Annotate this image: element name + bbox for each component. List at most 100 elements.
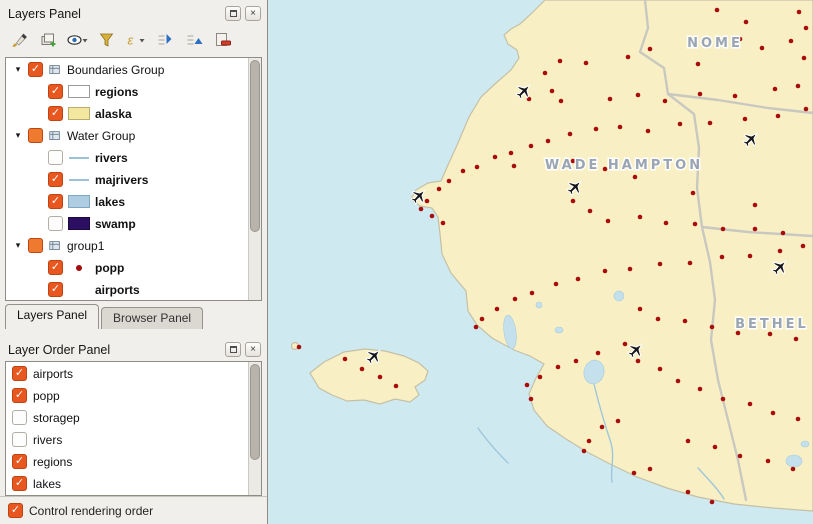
- population-point: [733, 94, 738, 99]
- layer-group-row[interactable]: ▾ group1: [6, 235, 248, 257]
- layer-row[interactable]: swamp: [6, 213, 248, 235]
- population-point: [789, 39, 794, 44]
- population-point: [676, 379, 681, 384]
- layer-checkbox[interactable]: [48, 150, 63, 165]
- order-checkbox[interactable]: ✓: [12, 454, 27, 469]
- layer-checkbox[interactable]: ✓: [48, 282, 63, 297]
- remove-layer-group-button[interactable]: [209, 28, 236, 53]
- group-checkbox[interactable]: [28, 128, 43, 143]
- layer-checkbox[interactable]: ✓: [48, 84, 63, 99]
- group-label: Water Group: [67, 129, 135, 143]
- population-point: [721, 227, 726, 232]
- order-checkbox[interactable]: ✓: [12, 388, 27, 403]
- layer-checkbox[interactable]: ✓: [48, 194, 63, 209]
- manage-map-themes-button[interactable]: [64, 28, 91, 53]
- layer-checkbox[interactable]: ✓: [48, 172, 63, 187]
- population-point: [461, 169, 466, 174]
- float-icon: [230, 10, 237, 17]
- layer-checkbox[interactable]: ✓: [48, 106, 63, 121]
- layer-swatch: [68, 107, 90, 120]
- filter-by-expression-button[interactable]: ε: [122, 28, 149, 53]
- order-checkbox[interactable]: ✓: [12, 366, 27, 381]
- order-checkbox[interactable]: [12, 432, 27, 447]
- layer-row[interactable]: ✓alaska: [6, 103, 248, 125]
- tab-layers-panel[interactable]: Layers Panel: [5, 304, 99, 329]
- population-point: [646, 129, 651, 134]
- layer-group-row[interactable]: ▾✓Boundaries Group: [6, 59, 248, 81]
- dock-tabs: Layers Panel Browser Panel: [0, 301, 267, 329]
- layers-panel-title: Layers Panel: [8, 7, 221, 21]
- layer-swatch: [68, 261, 90, 274]
- group-checkbox[interactable]: [28, 238, 43, 253]
- layers-panel-float-button[interactable]: [225, 6, 241, 21]
- population-point: [512, 164, 517, 169]
- population-point: [568, 132, 573, 137]
- layer-checkbox[interactable]: ✓: [48, 260, 63, 275]
- scrollbar-thumb[interactable]: [250, 364, 260, 460]
- layer-row[interactable]: ✓airports: [6, 279, 248, 301]
- filter-legend-button[interactable]: [93, 28, 120, 53]
- open-layer-styling-panel-button[interactable]: [6, 28, 33, 53]
- expander-icon[interactable]: ▾: [13, 240, 23, 251]
- layer-order-panel-close-button[interactable]: ×: [245, 342, 261, 357]
- population-point: [343, 357, 348, 362]
- population-point: [554, 282, 559, 287]
- order-checkbox[interactable]: [12, 410, 27, 425]
- population-point: [648, 467, 653, 472]
- map-svg[interactable]: NOMEWADE HAMPTONBETHEL: [268, 0, 813, 524]
- order-row[interactable]: storagep: [6, 407, 248, 429]
- layer-group-row[interactable]: ▾ Water Group: [6, 125, 248, 147]
- control-rendering-order-checkbox[interactable]: ✓: [8, 503, 23, 518]
- order-checkbox[interactable]: ✓: [12, 476, 27, 491]
- population-point: [696, 62, 701, 67]
- order-row[interactable]: ✓lakes: [6, 473, 248, 495]
- population-point: [550, 89, 555, 94]
- layer-row[interactable]: ✓lakes: [6, 191, 248, 213]
- population-point: [587, 439, 592, 444]
- filter-by-expression-icon: ε: [124, 31, 147, 49]
- float-icon: [230, 346, 237, 353]
- population-point: [776, 114, 781, 119]
- collapse-all-button[interactable]: [180, 28, 207, 53]
- order-row[interactable]: ✓airports: [6, 363, 248, 385]
- group-icon: [48, 239, 62, 253]
- population-point: [394, 384, 399, 389]
- layer-row[interactable]: rivers: [6, 147, 248, 169]
- population-point: [525, 383, 530, 388]
- order-row[interactable]: rivers: [6, 429, 248, 451]
- layer-tree-scrollbar[interactable]: [248, 58, 261, 300]
- add-group-button[interactable]: [35, 28, 62, 53]
- group-checkbox[interactable]: ✓: [28, 62, 43, 77]
- layer-row[interactable]: ✓regions: [6, 81, 248, 103]
- expand-all-button[interactable]: [151, 28, 178, 53]
- scrollbar-thumb[interactable]: [250, 60, 260, 232]
- order-row[interactable]: ✓regions: [6, 451, 248, 473]
- population-point: [710, 325, 715, 330]
- layer-label: rivers: [95, 151, 128, 165]
- order-row[interactable]: ✓popp: [6, 385, 248, 407]
- layer-label: popp: [95, 261, 124, 275]
- expander-icon[interactable]: ▾: [13, 64, 23, 75]
- population-point: [710, 500, 715, 505]
- layer-label: swamp: [95, 217, 136, 231]
- layer-order-panel-title: Layer Order Panel: [8, 343, 221, 357]
- expander-icon[interactable]: ▾: [13, 130, 23, 141]
- population-point: [441, 221, 446, 226]
- layer-checkbox[interactable]: [48, 216, 63, 231]
- layer-row[interactable]: ✓majrivers: [6, 169, 248, 191]
- left-dock: Layers Panel × ε ▾✓Boundaries Group✓regi…: [0, 0, 268, 524]
- group-label: group1: [67, 239, 104, 253]
- population-point: [791, 467, 796, 472]
- layer-row[interactable]: ✓ popp: [6, 257, 248, 279]
- region-label: WADE HAMPTON: [545, 158, 703, 173]
- population-point: [636, 359, 641, 364]
- population-point: [663, 99, 668, 104]
- layer-order-panel-float-button[interactable]: [225, 342, 241, 357]
- tab-browser-panel[interactable]: Browser Panel: [101, 307, 203, 329]
- rendering-order-footer: ✓ Control rendering order: [0, 496, 267, 524]
- layer-order-scrollbar[interactable]: [248, 362, 261, 495]
- layer-tree: ▾✓Boundaries Group✓regions✓alaska▾Water …: [6, 59, 248, 301]
- map-canvas[interactable]: NOMEWADE HAMPTONBETHEL: [268, 0, 813, 524]
- population-point: [658, 262, 663, 267]
- layers-panel-close-button[interactable]: ×: [245, 6, 261, 21]
